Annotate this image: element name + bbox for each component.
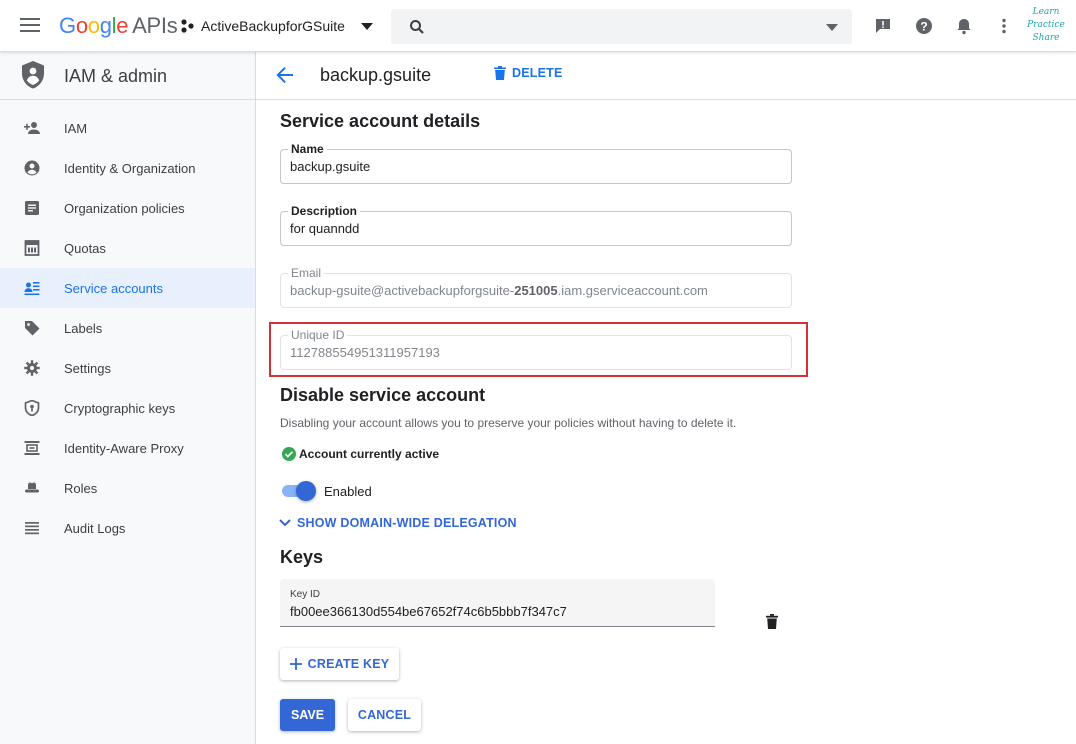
- sidebar-item-label: Identity & Organization: [64, 161, 196, 176]
- account-status: Account currently active: [282, 447, 439, 461]
- disable-description: Disabling your account allows you to pre…: [280, 416, 737, 430]
- delete-key-trash-icon[interactable]: [766, 614, 778, 629]
- sidebar-item-audit-logs[interactable]: Audit Logs: [0, 508, 255, 548]
- account-circle-icon: [24, 160, 40, 176]
- check-circle-icon: [282, 447, 296, 461]
- top-app-bar: Google APIs ActiveBackupforGSuite ? Learn…: [0, 0, 1076, 52]
- service-account-icon: [24, 282, 40, 296]
- help-icon[interactable]: ?: [915, 17, 933, 35]
- email-value: backup-gsuite@activebackupforgsuite-2510…: [290, 283, 708, 298]
- page-title: backup.gsuite: [320, 65, 432, 85]
- chevron-down-icon: [279, 519, 291, 527]
- sidebar-title: IAM & admin: [64, 66, 168, 86]
- name-field[interactable]: Name: [280, 142, 792, 184]
- delete-label: DELETE: [512, 66, 563, 80]
- trash-icon: [494, 66, 506, 80]
- email-field: Email backup-gsuite@activebackupforgsuit…: [280, 266, 792, 308]
- label-tag-icon: [25, 321, 40, 336]
- article-icon: [25, 201, 39, 215]
- search-bar[interactable]: [391, 9, 852, 44]
- create-key-button[interactable]: CREATE KEY: [280, 648, 399, 680]
- search-icon: [410, 20, 424, 34]
- sidebar-item-organization-policies[interactable]: Organization policies: [0, 188, 255, 228]
- proxy-icon: [24, 441, 40, 455]
- name-label: Name: [288, 142, 327, 156]
- delegation-label: SHOW DOMAIN-WIDE DELEGATION: [297, 516, 517, 530]
- description-field[interactable]: Description: [280, 204, 792, 246]
- show-domain-wide-delegation-link[interactable]: SHOW DOMAIN-WIDE DELEGATION: [279, 516, 517, 530]
- sidebar-item-identity-organization[interactable]: Identity & Organization: [0, 148, 255, 188]
- cancel-button[interactable]: CANCEL: [348, 699, 421, 731]
- toggle-label: Enabled: [324, 484, 372, 499]
- notifications-bell-icon[interactable]: [955, 17, 973, 35]
- sidebar-item-settings[interactable]: Settings: [0, 348, 255, 388]
- enabled-toggle[interactable]: [280, 480, 318, 502]
- project-selector[interactable]: ActiveBackupforGSuite: [180, 18, 373, 34]
- sidebar-item-identity-aware-proxy[interactable]: Identity-Aware Proxy: [0, 428, 255, 468]
- save-button[interactable]: SAVE: [280, 699, 335, 731]
- search-dropdown-icon[interactable]: [826, 24, 838, 31]
- chevron-down-icon: [360, 22, 373, 30]
- create-key-label: CREATE KEY: [307, 657, 390, 671]
- list-lines-icon: [25, 522, 39, 535]
- project-dots-icon: [181, 19, 194, 33]
- sidebar-item-label: Audit Logs: [64, 521, 126, 536]
- sidebar-item-iam[interactable]: IAM: [0, 108, 255, 148]
- name-input[interactable]: [290, 159, 780, 174]
- hamburger-menu-icon[interactable]: [20, 15, 42, 37]
- back-arrow-icon[interactable]: [276, 66, 294, 84]
- sidebar-item-label: Settings: [64, 361, 111, 376]
- sidebar-item-label: Organization policies: [64, 201, 185, 216]
- annotation-highlight-box: [269, 322, 808, 377]
- status-text: Account currently active: [299, 447, 440, 461]
- person-add-icon: [24, 122, 40, 134]
- key-id-label: Key ID: [290, 589, 321, 600]
- google-apis-logo[interactable]: Google APIs: [59, 13, 178, 39]
- sidebar-item-quotas[interactable]: Quotas: [0, 228, 255, 268]
- sidebar-item-cryptographic-keys[interactable]: Cryptographic keys: [0, 388, 255, 428]
- key-id-field: Key ID fb00ee366130d554be67652f74c6b5bbb…: [280, 579, 715, 627]
- sidebar-item-roles[interactable]: Roles: [0, 468, 255, 508]
- page-header: backup.gsuite DELETE: [256, 52, 1076, 100]
- sidebar-header: IAM & admin: [0, 52, 256, 100]
- svg-text:?: ?: [920, 20, 927, 34]
- sidebar-item-label: Cryptographic keys: [64, 401, 176, 416]
- feedback-icon[interactable]: [874, 17, 892, 35]
- section-title-keys: Keys: [280, 547, 324, 567]
- sidebar-item-label: Roles: [64, 481, 98, 496]
- description-input[interactable]: [290, 221, 780, 236]
- sidebar-item-label: Labels: [64, 321, 103, 336]
- calendar-grid-icon: [24, 240, 40, 256]
- sidebar-item-label: Identity-Aware Proxy: [64, 441, 184, 456]
- gear-icon: [24, 360, 40, 376]
- sidebar-item-label: IAM: [64, 121, 88, 136]
- sidebar-item-service-accounts[interactable]: Service accounts: [0, 268, 255, 308]
- shield-key-icon: [24, 400, 40, 416]
- plus-icon: [289, 658, 302, 670]
- sidebar-item-label: Quotas: [64, 241, 106, 256]
- section-title-details: Service account details: [280, 111, 481, 131]
- sidebar: IAM & admin IAM Identity & Organization …: [0, 52, 256, 744]
- toggle-thumb: [296, 481, 316, 501]
- sidebar-item-label: Service accounts: [64, 281, 163, 296]
- delete-button[interactable]: DELETE: [494, 66, 563, 80]
- email-label: Email: [288, 266, 325, 280]
- iam-shield-icon: [22, 61, 44, 89]
- sidebar-item-labels[interactable]: Labels: [0, 308, 255, 348]
- description-label: Description: [288, 204, 361, 218]
- hat-icon: [25, 482, 39, 493]
- section-title-disable: Disable service account: [280, 385, 486, 405]
- more-vert-icon[interactable]: [995, 17, 1013, 35]
- learn-practice-share-watermark: Learn Practice Share: [1027, 7, 1065, 43]
- project-name: ActiveBackupforGSuite: [201, 18, 345, 34]
- key-id-value: fb00ee366130d554be67652f74c6b5bbb7f347c7: [290, 604, 567, 619]
